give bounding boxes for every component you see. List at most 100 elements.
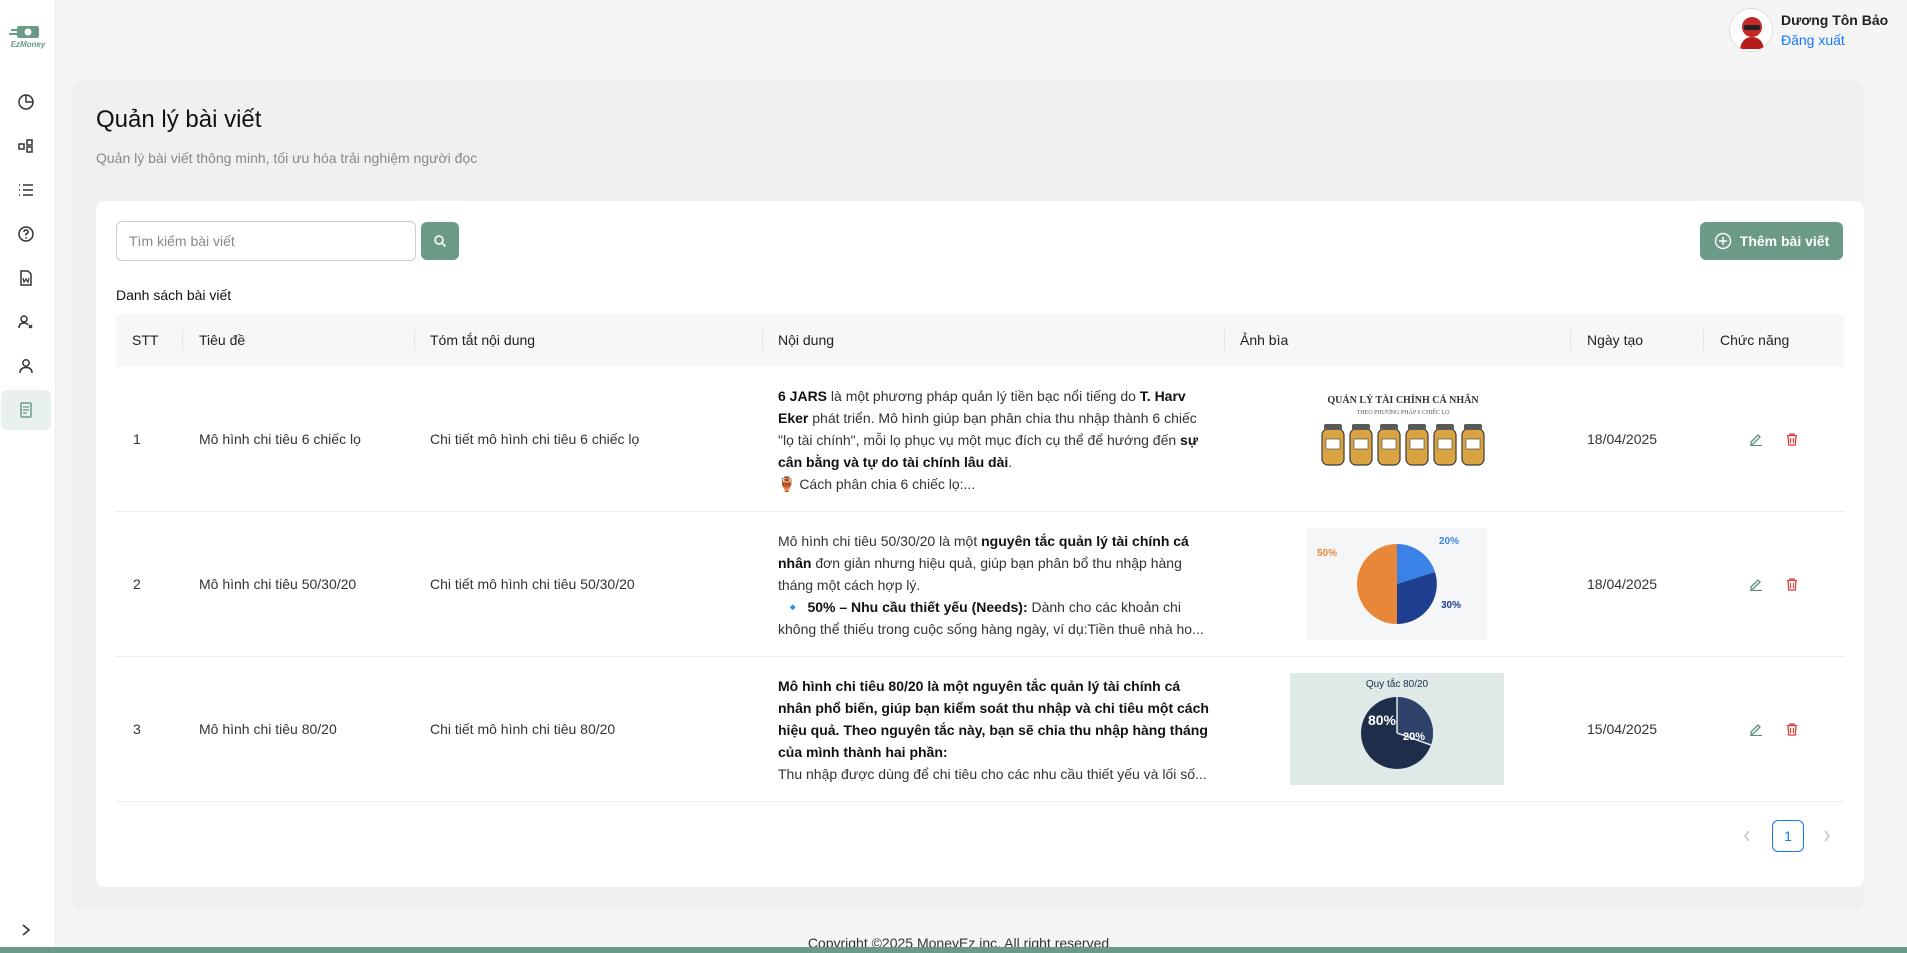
jar-label: [1353, 438, 1369, 450]
search-input[interactable]: [116, 221, 416, 261]
sidebar-item-dashboard[interactable]: [1, 82, 51, 122]
jar-label: [1437, 438, 1453, 450]
jar-label: [1325, 438, 1341, 450]
svg-text:30%: 30%: [1441, 600, 1461, 611]
edit-button[interactable]: [1747, 430, 1765, 448]
word-file-icon: [20, 270, 32, 286]
search-button[interactable]: [421, 222, 459, 260]
row-date: 15/04/2025: [1587, 721, 1658, 737]
row-summary: Chi tiết mô hình chi tiêu 50/30/20: [430, 576, 635, 592]
header-stt: STT: [132, 332, 159, 348]
cover-image: QUẢN LÝ TÀI CHÍNH CÁ NHÂN THEO PHƯƠNG PH…: [1314, 389, 1492, 489]
cover-80-20-image: Quy tắc 80/20 80% 20%: [1290, 673, 1504, 785]
jar-lid: [1464, 424, 1482, 430]
row-summary: Chi tiết mô hình chi tiêu 80/20: [430, 721, 616, 737]
delete-button[interactable]: [1783, 575, 1801, 593]
delete-button[interactable]: [1783, 430, 1801, 448]
svg-text:50%: 50%: [1317, 548, 1337, 559]
logout-link[interactable]: Đăng xuất: [1781, 32, 1888, 48]
avatar[interactable]: [1729, 8, 1773, 52]
cover-image: 50% 20% 30%: [1307, 528, 1487, 640]
svg-text:80%: 80%: [1368, 712, 1397, 728]
sidebar-item-groups[interactable]: [1, 302, 51, 342]
delete-button[interactable]: [1783, 720, 1801, 738]
header-summary: Tóm tắt nội dung: [430, 332, 536, 348]
sidebar: EzMoney: [0, 0, 56, 953]
page-subtitle: Quản lý bài viết thông minh, tối ưu hóa …: [96, 150, 478, 166]
list-icon: [19, 184, 33, 196]
edit-icon: [1750, 724, 1762, 736]
cover-50-30-20-image: 50% 20% 30%: [1307, 528, 1487, 640]
list-title: Danh sách bài viết: [116, 287, 232, 303]
chevron-right-icon: [1824, 830, 1830, 842]
user-icon: [19, 359, 33, 374]
trash-icon: [1787, 433, 1797, 446]
svg-text:20%: 20%: [1403, 731, 1425, 743]
header-date: Ngày tạo: [1587, 332, 1644, 348]
article-icon: [20, 402, 32, 418]
sidebar-item-help[interactable]: [1, 214, 51, 254]
search-icon: [434, 235, 447, 248]
svg-text:THEO PHƯƠNG PHÁP 6 CHIẾC LỌ: THEO PHƯƠNG PHÁP 6 CHIẾC LỌ: [1357, 408, 1451, 416]
header-actions: Chức năng: [1720, 332, 1790, 348]
pagination-prev[interactable]: [1737, 826, 1757, 846]
cover-image: Quy tắc 80/20 80% 20%: [1290, 673, 1504, 785]
logo-text: EzMoney: [10, 40, 46, 49]
add-article-label: Thêm bài viết: [1739, 233, 1830, 249]
header-title: Tiêu đề: [199, 332, 246, 348]
edit-icon: [1750, 579, 1762, 591]
edit-button[interactable]: [1747, 575, 1765, 593]
table-row: 2 Mô hình chi tiêu 50/30/20 Chi tiết mô …: [116, 512, 1844, 657]
pie-chart-icon: [18, 94, 34, 110]
jar-lid: [1324, 424, 1342, 430]
avatar-image: [1731, 10, 1772, 51]
table-row: 3 Mô hình chi tiêu 80/20 Chi tiết mô hìn…: [116, 657, 1844, 802]
header-content: Nội dung: [778, 332, 835, 348]
row-title: Mô hình chi tiêu 6 chiếc lọ: [199, 431, 361, 447]
jar-lid: [1408, 424, 1426, 430]
sidebar-item-articles[interactable]: [1, 390, 51, 430]
edit-button[interactable]: [1747, 720, 1765, 738]
row-content: Mô hình chi tiêu 50/30/20 là một nguyên …: [778, 533, 1204, 637]
sidebar-item-documents[interactable]: [1, 258, 51, 298]
jar-lid: [1352, 424, 1370, 430]
row-stt: 2: [133, 576, 141, 592]
row-title: Mô hình chi tiêu 80/20: [199, 721, 337, 737]
page-title: Quản lý bài viết: [96, 106, 262, 133]
row-content: 6 JARS là một phương pháp quản lý tiền b…: [778, 388, 1198, 492]
svg-text:20%: 20%: [1439, 536, 1459, 547]
row-date: 18/04/2025: [1587, 431, 1658, 447]
jar-label: [1465, 438, 1481, 450]
svg-text:QUẢN LÝ TÀI CHÍNH CÁ NHÂN: QUẢN LÝ TÀI CHÍNH CÁ NHÂN: [1327, 394, 1479, 406]
question-icon: [18, 226, 34, 242]
bottom-bar: [0, 947, 1907, 953]
chevron-left-icon: [1744, 830, 1750, 842]
header-cover: Ảnh bìa: [1240, 332, 1289, 348]
svg-text:Quy tắc 80/20: Quy tắc 80/20: [1366, 677, 1429, 690]
user-name: Dương Tôn Bảo: [1781, 12, 1889, 28]
trash-icon: [1787, 723, 1797, 736]
plus-circle-icon: [1714, 232, 1731, 250]
articles-table: STT Tiêu đề Tóm tắt nội dung Nội dung Ản…: [116, 313, 1844, 802]
row-content: Mô hình chi tiêu 80/20 là một nguyên tắc…: [778, 678, 1209, 782]
users-icon: [18, 315, 33, 329]
add-article-button[interactable]: Thêm bài viết: [1700, 222, 1843, 260]
row-title: Mô hình chi tiêu 50/30/20: [199, 576, 357, 592]
pagination-page-1[interactable]: 1: [1772, 820, 1804, 852]
sidebar-item-category[interactable]: [1, 126, 51, 166]
pagination-next[interactable]: [1817, 826, 1837, 846]
jar-lid: [1380, 424, 1398, 430]
jar-label: [1381, 438, 1397, 450]
sidebar-item-list[interactable]: [1, 170, 51, 210]
sidebar-item-users[interactable]: [1, 346, 51, 386]
category-icon: [18, 139, 33, 153]
logo[interactable]: EzMoney: [5, 24, 51, 52]
row-stt: 3: [133, 721, 141, 737]
row-stt: 1: [133, 431, 141, 447]
row-summary: Chi tiết mô hình chi tiêu 6 chiếc lọ: [430, 431, 640, 447]
table-header: STT Tiêu đề Tóm tắt nội dung Nội dung Ản…: [116, 313, 1844, 367]
user-menu: Dương Tôn Bảo Đăng xuất: [1729, 8, 1888, 52]
trash-icon: [1787, 578, 1797, 591]
edit-icon: [1750, 434, 1762, 446]
row-date: 18/04/2025: [1587, 576, 1658, 592]
